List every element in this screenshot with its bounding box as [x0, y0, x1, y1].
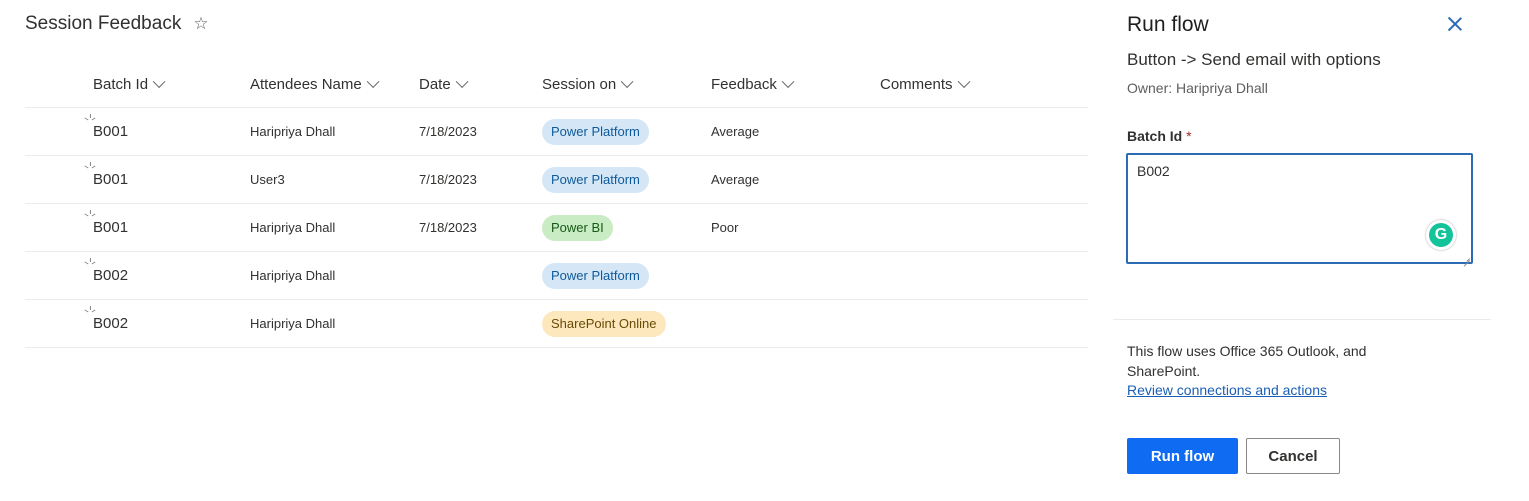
batch-id-cell: B001 — [25, 210, 250, 236]
batch-id-label: Batch Id * — [1127, 128, 1192, 144]
close-icon[interactable] — [1446, 15, 1464, 33]
run-flow-panel: Run flow Button -> Send email with optio… — [1113, 0, 1529, 501]
loading-spinner-icon — [84, 210, 96, 219]
batch-id-cell: B002 — [25, 306, 250, 332]
session-tag: Power Platform — [542, 166, 649, 193]
loading-spinner-icon — [84, 162, 96, 171]
batch-id-cell: B001 — [25, 114, 250, 140]
date-cell: 7/18/2023 — [419, 172, 477, 187]
chevron-down-icon — [957, 75, 970, 89]
page-title-bar: Session Feedback ☆ — [25, 13, 209, 35]
field-label-text: Batch Id — [1127, 128, 1183, 144]
attendee-cell: Haripriya Dhall — [250, 124, 336, 139]
loading-spinner-icon — [84, 114, 96, 123]
batch-id-cell: B002 — [25, 258, 250, 284]
feedback-cell: Average — [711, 172, 760, 187]
column-label: Date — [419, 76, 451, 93]
run-flow-button[interactable]: Run flow — [1127, 438, 1238, 474]
batch-id-text: B002 — [93, 315, 129, 332]
feedback-cell: Average — [711, 124, 760, 139]
session-cell: Power Platform — [542, 118, 711, 145]
table-header: Batch Id Attendees Name Date Session on … — [25, 62, 1088, 108]
column-header-feedback[interactable]: Feedback — [711, 75, 880, 93]
chevron-down-icon — [366, 75, 380, 89]
column-label: Session on — [542, 76, 617, 93]
date-cell: 7/18/2023 — [419, 124, 477, 139]
date-cell: 7/18/2023 — [419, 220, 477, 235]
session-cell: Power BI — [542, 214, 711, 241]
table-row[interactable]: B001 Haripriya Dhall 7/18/2023 Power BI … — [25, 204, 1088, 252]
column-header-session-on[interactable]: Session on — [542, 75, 711, 93]
cancel-button[interactable]: Cancel — [1246, 438, 1340, 474]
column-label: Comments — [880, 76, 953, 93]
list-view: Session Feedback ☆ Batch Id Attendees Na… — [0, 0, 1100, 501]
column-label: Attendees Name — [250, 76, 362, 93]
flow-name: Button -> Send email with options — [1127, 50, 1381, 69]
star-icon[interactable]: ☆ — [193, 14, 208, 34]
attendee-cell: Haripriya Dhall — [250, 220, 336, 235]
list-table: Batch Id Attendees Name Date Session on … — [25, 62, 1088, 348]
feedback-cell: Poor — [711, 220, 739, 235]
batch-id-cell: B001 — [25, 162, 250, 188]
column-header-attendees-name[interactable]: Attendees Name — [250, 75, 419, 93]
attendee-cell: Haripriya Dhall — [250, 316, 336, 331]
attendee-cell: User3 — [250, 172, 285, 187]
batch-id-text: B001 — [93, 219, 129, 236]
column-label: Feedback — [711, 76, 777, 93]
table-row[interactable]: B002 Haripriya Dhall Power Platform — [25, 252, 1088, 300]
divider — [1113, 319, 1491, 320]
chevron-down-icon — [152, 75, 166, 89]
session-tag: Power Platform — [542, 262, 649, 289]
flow-owner: Owner: Haripriya Dhall — [1127, 80, 1268, 96]
session-cell: Power Platform — [542, 262, 711, 289]
review-connections-link[interactable]: Review connections and actions — [1127, 382, 1327, 398]
connections-info: This flow uses Office 365 Outlook, and S… — [1127, 343, 1367, 379]
grammarly-letter: G — [1429, 223, 1453, 247]
chevron-down-icon — [620, 75, 634, 89]
table-row[interactable]: B002 Haripriya Dhall SharePoint Online — [25, 300, 1088, 348]
loading-spinner-icon — [84, 306, 96, 315]
loading-spinner-icon — [84, 258, 96, 267]
required-mark: * — [1186, 128, 1192, 144]
session-cell: Power Platform — [542, 166, 711, 193]
column-header-comments[interactable]: Comments — [880, 75, 1020, 93]
chevron-down-icon — [781, 75, 795, 89]
session-tag: Power BI — [542, 214, 613, 241]
column-header-date[interactable]: Date — [419, 75, 542, 93]
chevron-down-icon — [455, 75, 469, 89]
attendee-cell: Haripriya Dhall — [250, 268, 336, 283]
session-tag: Power Platform — [542, 118, 649, 145]
table-row[interactable]: B001 Haripriya Dhall 7/18/2023 Power Pla… — [25, 108, 1088, 156]
column-label: Batch Id — [93, 76, 149, 93]
panel-title: Run flow — [1127, 13, 1209, 36]
batch-id-input-value: B002 — [1137, 163, 1170, 179]
column-header-batch-id[interactable]: Batch Id — [25, 75, 250, 93]
batch-id-text: B001 — [93, 123, 129, 140]
batch-id-text: B002 — [93, 267, 129, 284]
grammarly-icon[interactable]: G — [1426, 220, 1456, 250]
batch-id-input[interactable]: B002 — [1126, 153, 1473, 264]
page-title: Session Feedback — [25, 13, 182, 34]
session-cell: SharePoint Online — [542, 310, 711, 337]
table-row[interactable]: B001 User3 7/18/2023 Power Platform Aver… — [25, 156, 1088, 204]
batch-id-text: B001 — [93, 171, 129, 188]
resize-handle-icon[interactable] — [1462, 253, 1470, 261]
session-tag: SharePoint Online — [542, 310, 666, 337]
